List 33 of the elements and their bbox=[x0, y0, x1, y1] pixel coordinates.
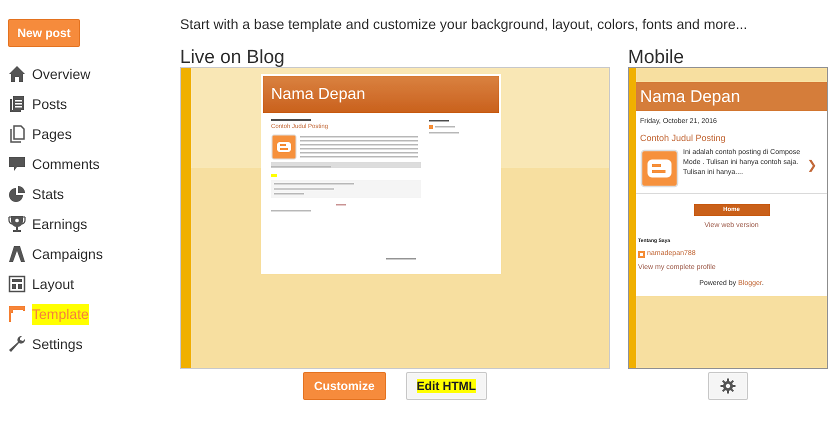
blogger-logo-icon bbox=[640, 149, 679, 188]
post-title: Contoh Judul Posting bbox=[640, 132, 727, 145]
layout-icon bbox=[8, 275, 26, 293]
section-heading: Live on Blog bbox=[180, 46, 286, 66]
trophy-icon bbox=[8, 215, 26, 233]
section-heading: Mobile bbox=[628, 46, 685, 66]
nav-item[interactable]: Earnings bbox=[32, 214, 88, 234]
blogger-logo-icon bbox=[271, 134, 297, 160]
sidebar-drawing bbox=[429, 119, 459, 134]
home-icon bbox=[8, 65, 26, 83]
blog-title: Nama Depan bbox=[271, 84, 366, 104]
pages-icon bbox=[8, 125, 26, 143]
nav-item[interactable]: Stats bbox=[32, 184, 64, 204]
document-icon bbox=[8, 95, 26, 113]
powered-by-drawing bbox=[386, 258, 416, 262]
settings-icon bbox=[720, 378, 736, 394]
paint-roller-icon bbox=[8, 305, 26, 323]
nav-item[interactable]: Layout bbox=[32, 274, 74, 294]
nav-item[interactable]: Overview bbox=[32, 64, 90, 84]
pie-chart-icon bbox=[8, 185, 26, 203]
campaigns-icon bbox=[8, 245, 26, 263]
settings-button[interactable] bbox=[708, 372, 748, 400]
intro-text: Start with a base template and customize your background, layout, colors, fonts and more... bbox=[180, 15, 748, 34]
nav-item[interactable]: Comments bbox=[32, 154, 100, 174]
nav-item[interactable]: Campaigns bbox=[32, 244, 103, 264]
nav-item[interactable]: Settings bbox=[32, 334, 83, 354]
nav-item[interactable]: Posts bbox=[32, 94, 68, 114]
next-arrow[interactable]: ❯ bbox=[807, 156, 817, 174]
nav-item[interactable]: Pages bbox=[32, 124, 72, 144]
edit-html-button[interactable]: Edit HTML bbox=[406, 372, 487, 400]
wrench-icon bbox=[8, 335, 26, 353]
blog-title: Nama Depan bbox=[640, 86, 740, 108]
speech-bubble-icon bbox=[8, 155, 26, 173]
